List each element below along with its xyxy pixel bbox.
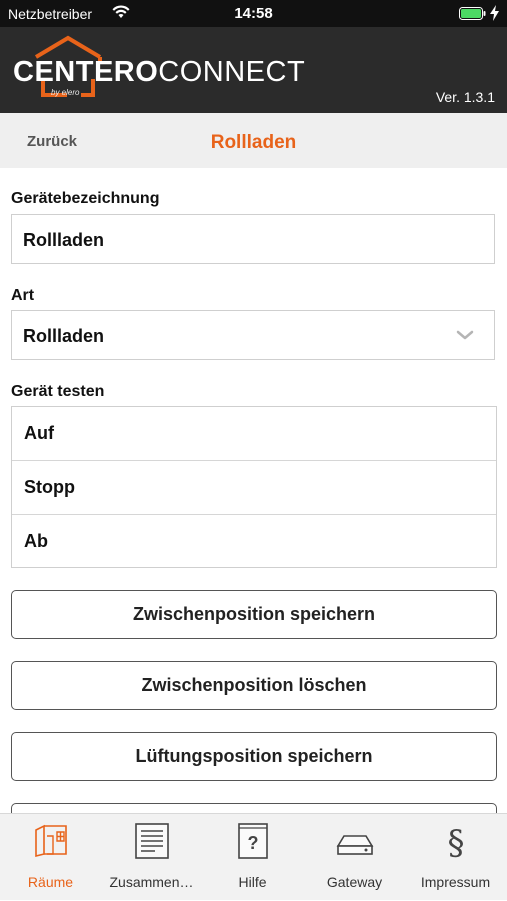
test-down-button[interactable]: Ab: [12, 514, 496, 567]
device-type-value: Rollladen: [23, 326, 105, 346]
test-stop-button[interactable]: Stopp: [12, 460, 496, 513]
tab-summary[interactable]: Zusammen…: [101, 814, 202, 901]
test-stop-label: Stopp: [24, 477, 75, 497]
tab-summary-label: Zusammen…: [109, 874, 194, 890]
svg-text:§: §: [448, 823, 465, 860]
test-up-button[interactable]: Auf: [12, 407, 496, 460]
test-down-label: Ab: [24, 531, 48, 551]
tab-rooms-label: Räume: [27, 874, 74, 890]
save-intermediate-position-button[interactable]: Zwischenposition speichern: [11, 590, 497, 639]
help-icon: ?: [238, 823, 268, 859]
page-title: Rollladen: [210, 132, 297, 153]
tab-bar: Räume Zusammen… ? Hilfe Gateway § Impres…: [0, 813, 507, 900]
tab-gateway-label: Gateway: [326, 874, 383, 890]
tab-help[interactable]: ? Hilfe: [202, 814, 303, 901]
logo-byline: by elero: [51, 88, 80, 97]
svg-text:?: ?: [248, 833, 259, 853]
device-name-value: Rollladen: [23, 230, 105, 250]
tab-imprint[interactable]: § Impressum: [405, 814, 506, 901]
paragraph-icon: §: [448, 823, 465, 860]
clock: 14:58: [234, 5, 273, 22]
document-icon: [135, 823, 169, 859]
test-device-label: Gerät testen: [11, 383, 105, 400]
tab-help-label: Hilfe: [238, 874, 267, 890]
app-version: Ver. 1.3.1: [435, 89, 495, 105]
device-name-field[interactable]: Rollladen: [11, 214, 495, 264]
app-header: CENTEROCONNECT by elero Ver. 1.3.1: [0, 27, 507, 113]
tab-gateway[interactable]: Gateway: [304, 814, 405, 901]
chevron-down-icon: [456, 330, 474, 340]
rooms-icon: [35, 824, 67, 858]
device-type-label: Art: [11, 287, 35, 304]
test-up-label: Auf: [24, 423, 54, 443]
charging-icon: [490, 5, 499, 21]
status-bar: Netzbetreiber 14:58: [0, 0, 507, 27]
tab-imprint-label: Impressum: [420, 874, 491, 890]
battery-icon: [459, 7, 486, 20]
navigation-bar: Zurück Rollladen: [0, 113, 507, 168]
gateway-icon: [336, 835, 374, 855]
device-name-label: Gerätebezeichnung: [11, 190, 160, 207]
device-type-select[interactable]: Rollladen: [11, 310, 495, 360]
delete-intermediate-position-button[interactable]: Zwischenposition löschen: [11, 661, 497, 710]
tab-rooms[interactable]: Räume: [0, 814, 101, 901]
save-ventilation-position-button[interactable]: Lüftungsposition speichern: [11, 732, 497, 781]
logo-wordmark: CENTEROCONNECT: [13, 56, 306, 88]
test-device-group: Auf Stopp Ab: [11, 406, 497, 568]
